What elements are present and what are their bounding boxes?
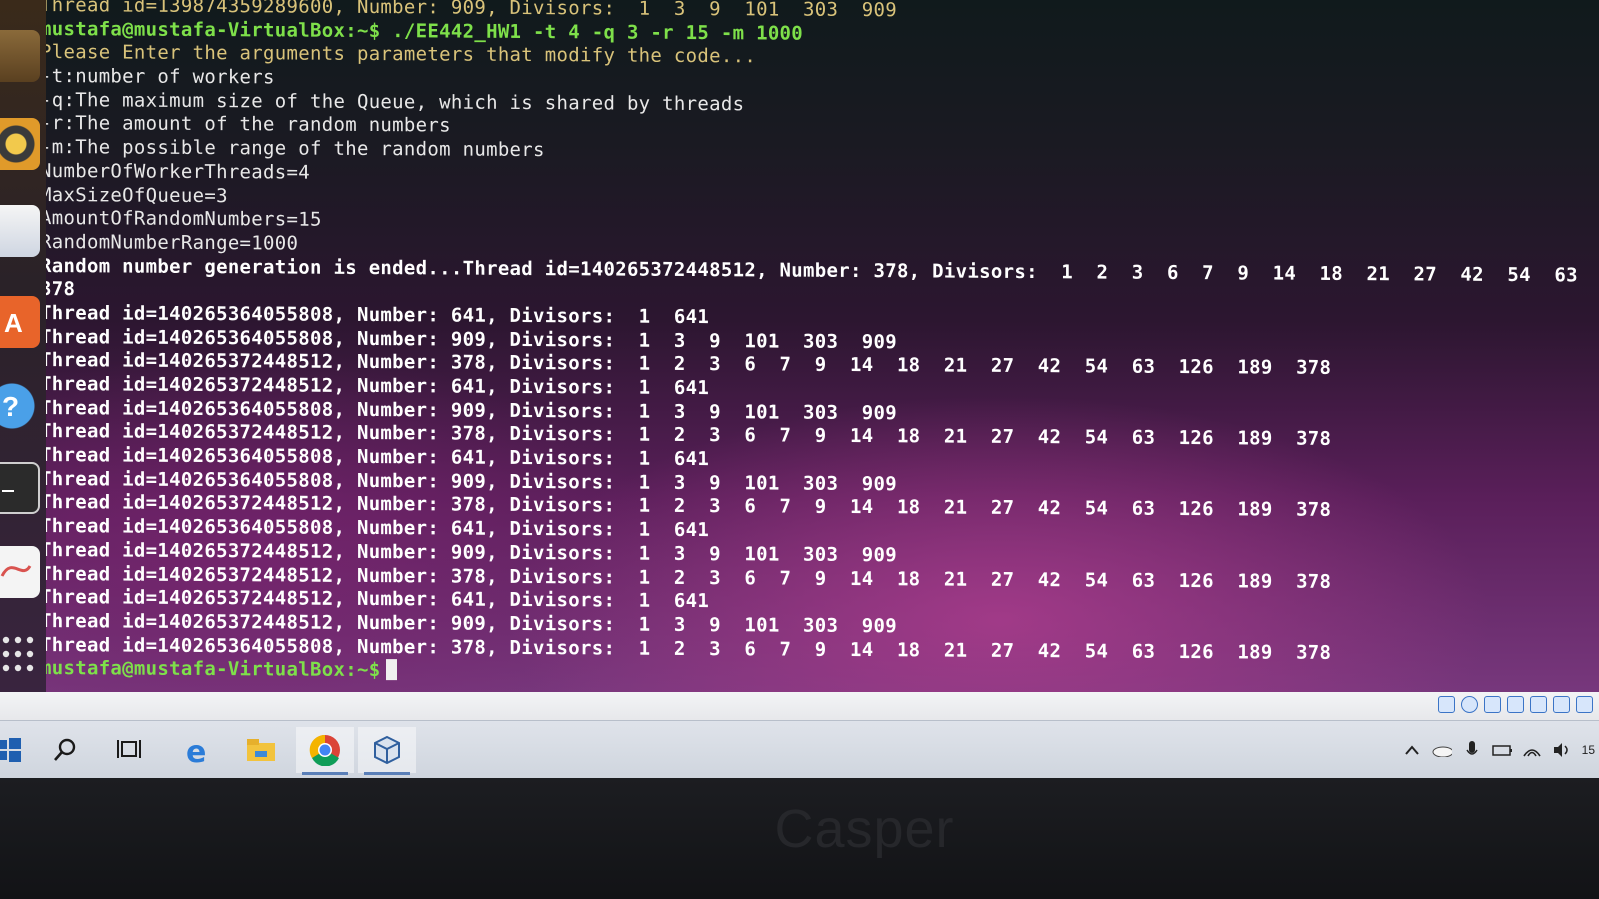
onedrive-icon[interactable] [1432,740,1452,760]
microphone-glyph [1466,741,1478,755]
hard-disk-icon[interactable] [1438,696,1455,713]
video-capture-icon[interactable] [1553,696,1570,713]
shared-folders-icon[interactable] [1507,696,1524,713]
help-icon[interactable]: ? [0,380,40,432]
battery-glyph [1491,745,1512,756]
app-grid-icon[interactable] [0,630,40,682]
edge-icon[interactable]: e [170,727,228,773]
microphone-icon[interactable] [1462,740,1482,760]
usb-icon[interactable] [1484,696,1501,713]
terminal-window[interactable]: Thread id=139874359289600, Number: 909, … [0,0,1599,712]
chrome-icon[interactable] [296,727,354,775]
help-glyph: ? [2,391,19,422]
volume-icon[interactable] [1552,740,1572,760]
app-grid-glyph [2,636,34,672]
clock[interactable]: 15 [1582,743,1595,757]
monitor-bezel: Casper [0,778,1599,899]
svg-text:e: e [186,735,206,765]
files-icon[interactable] [0,30,40,82]
app-store-icon[interactable]: A [0,296,40,348]
display-icon[interactable] [1530,696,1547,713]
brand-logo: Casper [774,799,955,859]
document-icon[interactable] [0,205,40,257]
windows-taskbar: e 15 [0,720,1599,779]
text-editor-icon[interactable] [0,546,40,598]
svg-text:?: ? [2,391,19,422]
virtualbox-status-bar [0,692,1599,722]
terminal-output: Thread id=139874359289600, Number: 909, … [40,0,1599,690]
text-editor-glyph [0,565,32,577]
terminal-glyph [2,490,14,492]
chevron-up-icon[interactable] [1402,740,1422,760]
ubuntu-launcher: A ? [0,0,46,712]
start-icon[interactable] [0,727,38,773]
monitor-screen: Thread id=139874359289600, Number: 909, … [0,0,1599,790]
task-view-icon[interactable] [100,727,158,773]
onedrive-glyph [1432,746,1452,757]
text-cursor [386,659,398,681]
chevron-up-glyph [1404,745,1419,755]
volume-glyph [1553,743,1568,757]
task-view-glyph [117,740,141,758]
terminal-icon[interactable] [0,462,40,514]
virtualbox-icon[interactable] [358,727,416,775]
file-explorer-icon[interactable] [232,727,290,773]
search-glyph [54,738,76,761]
virtualbox-glyph [374,735,400,765]
chrome-glyph [309,734,340,766]
file-explorer-glyph [247,739,275,761]
optical-drive-icon[interactable] [1461,696,1478,713]
music-icon[interactable] [0,118,40,170]
wifi-glyph [1522,749,1541,757]
search-icon[interactable] [36,727,94,773]
svg-text:A: A [4,308,23,338]
virtualbox-status-icons [1438,696,1593,713]
shell-prompt: mustafa@mustafa-VirtualBox:~$ [40,657,381,682]
edge-glyph: e [186,735,206,765]
network-icon[interactable] [1576,696,1593,713]
battery-icon[interactable] [1491,740,1512,760]
wifi-icon[interactable] [1522,740,1542,760]
app-store-glyph: A [4,308,23,338]
system-tray: 15 [1402,721,1599,779]
start-glyph [0,738,21,762]
